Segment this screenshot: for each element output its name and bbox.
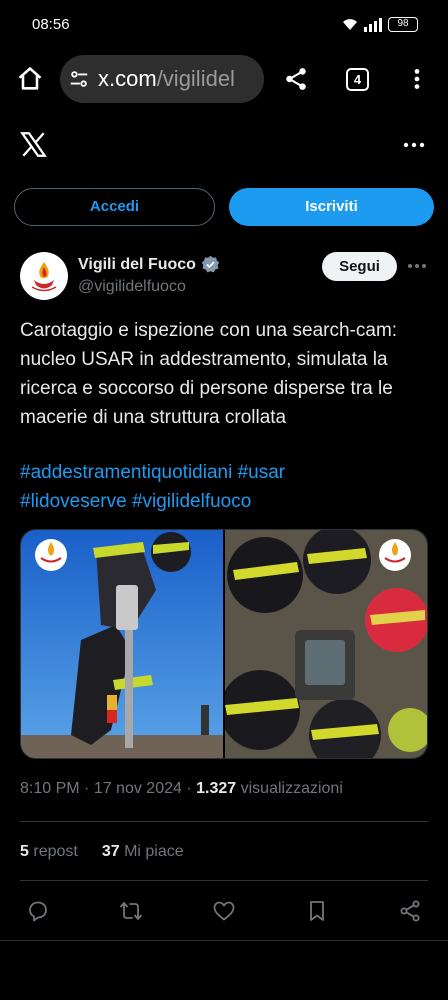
- verified-badge-icon: [201, 255, 220, 273]
- status-bar: 08:56 98: [0, 0, 448, 50]
- reposts-count: 5: [20, 843, 29, 860]
- fire-brigade-emblem: [22, 254, 66, 298]
- hashtag-link[interactable]: #usar: [238, 462, 286, 483]
- home-icon[interactable]: [16, 65, 44, 93]
- follow-button[interactable]: Segui: [322, 252, 397, 281]
- tweet-date[interactable]: 17 nov 2024: [94, 780, 182, 797]
- tweet-media[interactable]: [20, 529, 428, 759]
- login-button[interactable]: Accedi: [14, 188, 215, 226]
- wifi-icon: [343, 18, 357, 30]
- battery-indicator: 98: [388, 17, 418, 32]
- likes-count: 37: [101, 843, 120, 860]
- signal-icon: [364, 17, 382, 32]
- tweet-meta: 8:10 PM · 17 nov 2024 · 1.327 visualizza…: [20, 780, 343, 797]
- address-bar[interactable]: x.com/vigilidel: [60, 55, 264, 103]
- tweet-time[interactable]: 8:10 PM: [20, 780, 80, 797]
- hashtag-link[interactable]: #addestramentiquotidiani: [20, 462, 232, 483]
- more-horiz-icon[interactable]: [401, 135, 427, 155]
- likes-label: Mi piace: [124, 843, 184, 860]
- bookmark-icon[interactable]: [305, 899, 329, 923]
- views-label: visualizzazioni: [240, 780, 343, 797]
- avatar[interactable]: [20, 252, 68, 300]
- likes-stat[interactable]: 37 Mi piace: [102, 843, 184, 861]
- url-text[interactable]: x.com/vigilidel: [98, 66, 235, 92]
- tweet-stats: 5 repost 37 Mi piace: [20, 843, 184, 861]
- browser-toolbar: x.com/vigilidel 4: [0, 55, 448, 105]
- author-name-text: Vigili del Fuoco: [78, 255, 196, 273]
- signup-button[interactable]: Iscriviti: [229, 188, 434, 226]
- divider: [20, 880, 428, 881]
- reposts-stat[interactable]: 5 repost: [20, 843, 78, 861]
- status-icons: 98: [342, 17, 418, 32]
- more-horiz-icon[interactable]: [406, 258, 428, 274]
- url-host: x.com: [98, 66, 157, 91]
- share-tweet-icon[interactable]: [398, 899, 422, 923]
- views-count: 1.327: [196, 780, 237, 797]
- tab-switcher-button[interactable]: 4: [346, 68, 369, 91]
- photo-firefighter-drilling[interactable]: [21, 530, 223, 759]
- url-path: /vigilidel: [156, 66, 235, 91]
- status-time: 08:56: [32, 16, 70, 33]
- hashtag-link[interactable]: #vigilidelfuoco: [132, 491, 251, 512]
- divider: [20, 821, 428, 822]
- photo-helmets-circle[interactable]: [225, 530, 428, 759]
- tweet-text: Carotaggio e ispezione con una search-ca…: [20, 320, 398, 428]
- reply-icon[interactable]: [26, 899, 50, 923]
- share-icon[interactable]: [283, 66, 309, 92]
- more-vert-icon[interactable]: [404, 66, 430, 92]
- divider: [0, 940, 448, 941]
- hashtag-link[interactable]: #lidoveserve: [20, 491, 127, 512]
- tweet-hashtags: #addestramentiquotidiani #usar #lidovese…: [20, 458, 430, 516]
- like-icon[interactable]: [212, 899, 236, 923]
- author-handle[interactable]: @vigilidelfuoco: [78, 278, 186, 296]
- x-logo[interactable]: [20, 131, 47, 158]
- repost-icon[interactable]: [119, 899, 143, 923]
- reposts-label: repost: [33, 843, 78, 860]
- author-name[interactable]: Vigili del Fuoco: [78, 255, 220, 274]
- tune-icon[interactable]: [68, 68, 90, 90]
